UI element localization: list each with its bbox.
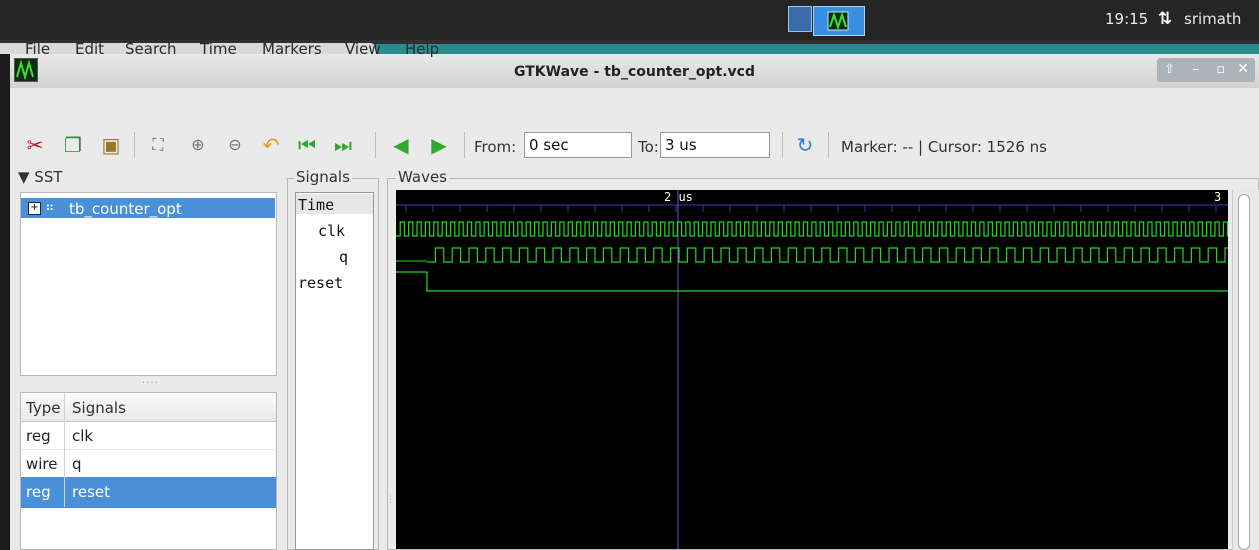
- pane-splitter[interactable]: ····: [142, 378, 159, 389]
- module-tree-icon: ⠶: [45, 200, 55, 215]
- column-divider: [64, 393, 65, 507]
- close-icon[interactable]: ✕: [1237, 61, 1249, 77]
- signals-list: [295, 192, 374, 550]
- signal-q[interactable]: q: [339, 248, 348, 266]
- signal-cell: reset: [72, 483, 110, 501]
- signal-clk[interactable]: clk: [318, 222, 345, 240]
- menu-markers[interactable]: Markers: [262, 40, 322, 58]
- tree-expander-icon[interactable]: +: [28, 202, 41, 215]
- menu-search[interactable]: Search: [125, 40, 177, 58]
- restore-icon[interactable]: ▫: [1216, 62, 1225, 77]
- scrollbar-thumb[interactable]: [1238, 194, 1250, 550]
- time-label-2us: 2 us: [664, 190, 693, 204]
- signal-cell: clk: [72, 427, 94, 445]
- sst-tree: [20, 192, 277, 376]
- network-transfer-icon[interactable]: ⇅: [1158, 9, 1172, 29]
- menu-time[interactable]: Time: [200, 40, 237, 58]
- undo-zoom-icon[interactable]: ↶: [260, 134, 282, 156]
- waves-pane-label: Waves: [396, 168, 449, 186]
- type-cell: reg: [26, 483, 51, 501]
- to-label: To:: [638, 138, 659, 156]
- waveform-canvas[interactable]: 2 us 3: [396, 190, 1228, 549]
- menu-view[interactable]: View: [345, 40, 381, 58]
- signals-pane-label: Signals: [294, 168, 352, 186]
- desktop-panel: [0, 0, 1259, 40]
- tree-item-label[interactable]: tb_counter_opt: [69, 200, 182, 218]
- zoom-fit-icon[interactable]: ⛶: [147, 134, 169, 156]
- time-label-3: 3: [1214, 190, 1221, 204]
- gtkwave-window-icon[interactable]: [813, 6, 865, 36]
- column-type[interactable]: Type: [26, 399, 60, 417]
- window-titlebar[interactable]: GTKWave - tb_counter_opt.vcd ⇧ – ▫ ✕: [10, 54, 1259, 88]
- table-row[interactable]: [21, 449, 276, 478]
- minimize-icon[interactable]: –: [1193, 62, 1200, 77]
- sst-header[interactable]: ▼ SST: [18, 168, 63, 186]
- paste-icon[interactable]: ▣: [100, 134, 122, 156]
- cut-icon[interactable]: ✂: [24, 134, 46, 156]
- type-cell: reg: [26, 427, 51, 445]
- table-row[interactable]: [21, 421, 276, 450]
- to-field[interactable]: [660, 132, 770, 158]
- menu-edit[interactable]: Edit: [75, 40, 104, 58]
- next-edge-icon[interactable]: ▶: [428, 134, 450, 156]
- table-row-selected[interactable]: [21, 477, 276, 508]
- reload-icon[interactable]: ↻: [794, 134, 816, 156]
- menu-help[interactable]: Help: [405, 40, 439, 58]
- signal-time[interactable]: Time: [298, 196, 334, 214]
- from-field[interactable]: [524, 132, 632, 158]
- background-window-edge: [376, 44, 1259, 54]
- zoom-in-icon[interactable]: ⊕: [187, 134, 209, 156]
- user-name[interactable]: srimath: [1184, 10, 1241, 28]
- zoom-end-icon[interactable]: ⏭: [332, 134, 354, 156]
- menu-file[interactable]: File: [25, 40, 50, 58]
- type-cell: wire: [26, 455, 58, 473]
- signal-cell: q: [72, 455, 82, 473]
- window-title: GTKWave - tb_counter_opt.vcd: [514, 64, 755, 80]
- maximize-up-icon[interactable]: ⇧: [1164, 62, 1175, 77]
- prev-edge-icon[interactable]: ◀: [390, 134, 412, 156]
- from-label: From:: [474, 138, 517, 156]
- clock: 19:15: [1105, 10, 1149, 28]
- terminal-window-icon[interactable]: [788, 6, 812, 32]
- signal-reset[interactable]: reset: [298, 274, 343, 292]
- copy-icon[interactable]: ❐: [62, 134, 84, 156]
- marker-cursor-readout: Marker: -- | Cursor: 1526 ns: [841, 138, 1047, 156]
- zoom-out-icon[interactable]: ⊖: [224, 134, 246, 156]
- zoom-start-icon[interactable]: ⏮: [296, 134, 318, 156]
- column-signals[interactable]: Signals: [72, 399, 126, 417]
